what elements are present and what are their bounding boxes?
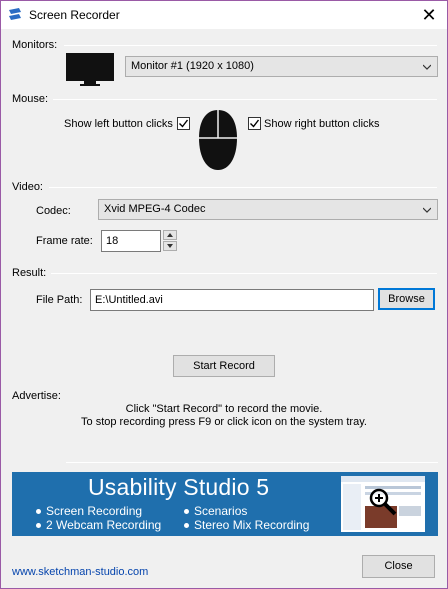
checkmark-icon (250, 119, 260, 128)
left-click-checkbox[interactable] (177, 117, 190, 130)
banner-item: Scenarios (184, 504, 247, 518)
monitor-select-value: Monitor #1 (1920 x 1080) (131, 60, 254, 72)
window-close-icon[interactable]: ✕ (411, 1, 447, 29)
advertise-section-label: Advertise: (12, 390, 61, 402)
banner-divider (66, 462, 438, 463)
codec-select-value: Xvid MPEG-4 Codec (104, 203, 206, 215)
banner-item: Screen Recording (36, 504, 142, 518)
app-logo-icon (9, 8, 21, 20)
website-link[interactable]: www.sketchman-studio.com (12, 566, 148, 578)
framerate-input[interactable]: 18 (101, 230, 161, 252)
start-record-button[interactable]: Start Record (173, 355, 275, 377)
right-click-label: Show right button clicks (264, 118, 380, 130)
result-divider (51, 273, 437, 274)
result-section-label: Result: (12, 267, 47, 279)
monitors-divider (64, 45, 437, 46)
checkmark-icon (179, 119, 189, 128)
video-divider (49, 187, 437, 188)
screen-recorder-window: Screen Recorder ✕ Monitors: Monitor #1 (… (0, 0, 448, 589)
arrow-down-icon (167, 244, 173, 248)
browse-button[interactable]: Browse (378, 288, 435, 310)
video-section-label: Video: (12, 181, 43, 193)
banner-item: 2 Webcam Recording (36, 518, 161, 532)
banner-title: Usability Studio 5 (88, 474, 270, 500)
product-screenshot-thumbnail (341, 476, 425, 532)
mouse-divider (53, 99, 437, 100)
monitor-select[interactable]: Monitor #1 (1920 x 1080) (125, 56, 438, 77)
advertise-line-2: To stop recording press F9 or click icon… (81, 416, 367, 428)
codec-select[interactable]: Xvid MPEG-4 Codec (98, 199, 438, 220)
monitor-icon (66, 53, 114, 86)
banner-item: Stereo Mix Recording (184, 518, 309, 532)
framerate-down-button[interactable] (163, 241, 177, 251)
filepath-label: File Path: (36, 294, 83, 306)
framerate-up-button[interactable] (163, 230, 177, 240)
filepath-input[interactable]: E:\Untitled.avi (90, 289, 374, 311)
advertise-line-1: Click "Start Record" to record the movie… (125, 403, 323, 415)
right-click-checkbox[interactable] (248, 117, 261, 130)
mouse-icon (199, 110, 237, 170)
arrow-up-icon (167, 233, 173, 237)
window-title: Screen Recorder (29, 8, 120, 22)
left-click-label: Show left button clicks (64, 118, 173, 130)
chevron-down-icon (423, 207, 431, 213)
chevron-down-icon (423, 64, 431, 70)
mouse-section-label: Mouse: (12, 93, 49, 105)
framerate-label: Frame rate: (36, 235, 93, 247)
close-button[interactable]: Close (362, 555, 435, 578)
usability-studio-banner[interactable]: Usability Studio 5 Screen Recording Scen… (12, 472, 438, 536)
monitors-section-label: Monitors: (12, 39, 58, 51)
codec-label: Codec: (36, 205, 71, 217)
title-bar: Screen Recorder ✕ (1, 1, 447, 29)
